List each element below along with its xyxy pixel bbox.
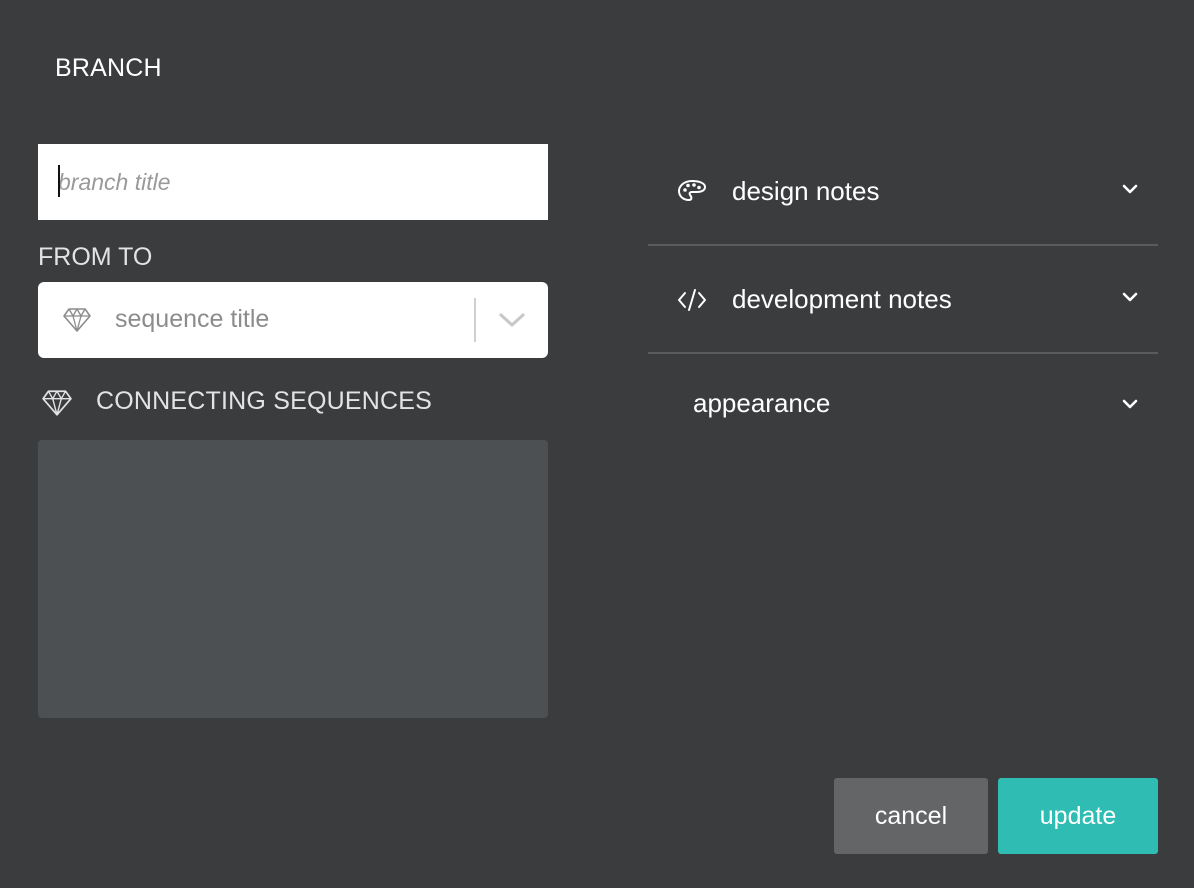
- code-icon: [678, 289, 706, 311]
- select-divider: [474, 298, 476, 342]
- chevron-down-icon[interactable]: [498, 309, 526, 331]
- cancel-button[interactable]: cancel: [834, 778, 988, 854]
- accordion-development-notes[interactable]: development notes: [648, 246, 1158, 354]
- text-caret: [58, 165, 60, 197]
- sequence-select[interactable]: sequence title: [38, 282, 548, 358]
- branch-title-field[interactable]: [38, 144, 548, 220]
- from-to-label: FROM TO: [38, 243, 153, 271]
- diamond-icon: [42, 390, 72, 416]
- accordion-design-notes[interactable]: design notes: [648, 138, 1158, 246]
- sequence-select-value: sequence title: [115, 305, 270, 333]
- chevron-down-icon[interactable]: [1120, 181, 1140, 197]
- branch-title-input[interactable]: [38, 144, 548, 220]
- page-title: BRANCH: [55, 54, 162, 82]
- update-button[interactable]: update: [998, 778, 1158, 854]
- accordion-label: design notes: [732, 176, 880, 206]
- palette-icon: [678, 180, 706, 201]
- chevron-down-icon[interactable]: [1120, 289, 1140, 305]
- accordion-label: appearance: [693, 388, 831, 418]
- diamond-icon: [63, 308, 91, 332]
- connecting-sequences-label: CONNECTING SEQUENCES: [96, 387, 432, 415]
- accordion-label: development notes: [732, 284, 952, 314]
- accordion-appearance[interactable]: appearance: [648, 354, 1158, 462]
- connecting-sequences-list[interactable]: [38, 440, 548, 718]
- chevron-down-icon[interactable]: [1120, 396, 1140, 412]
